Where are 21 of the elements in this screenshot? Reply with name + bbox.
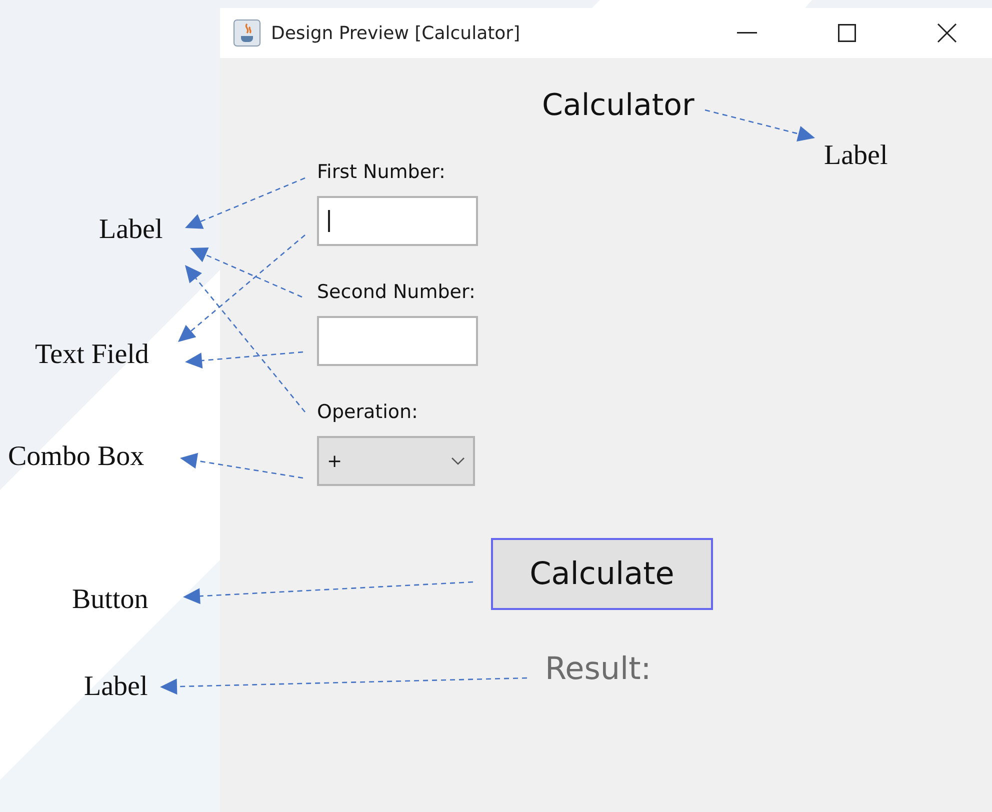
- combo-box[interactable]: +: [317, 436, 475, 486]
- close-icon: [937, 23, 957, 43]
- field-label: Operation:: [317, 400, 418, 424]
- heading-label: Calculator: [542, 87, 694, 125]
- callout-label: Label: [84, 670, 148, 704]
- window-title: Design Preview [Calculator]: [271, 22, 522, 44]
- text-field[interactable]: [317, 196, 478, 246]
- field-label: Second Number:: [317, 280, 476, 304]
- text-field[interactable]: [317, 316, 478, 366]
- minimize-icon: [737, 32, 757, 34]
- result-label: Result:: [545, 650, 652, 688]
- maximize-icon: [838, 24, 856, 42]
- field-label: First Number:: [317, 160, 446, 184]
- callout-label: Label: [99, 213, 163, 247]
- callout-label: Label: [824, 139, 888, 173]
- chevron-down-icon: [451, 457, 465, 465]
- calculate-button[interactable]: Calculate: [491, 538, 713, 610]
- callout-label: Button: [72, 583, 148, 617]
- callout-label: Combo Box: [8, 440, 144, 474]
- app-icon: [233, 19, 261, 47]
- callout-label: Text Field: [35, 338, 149, 372]
